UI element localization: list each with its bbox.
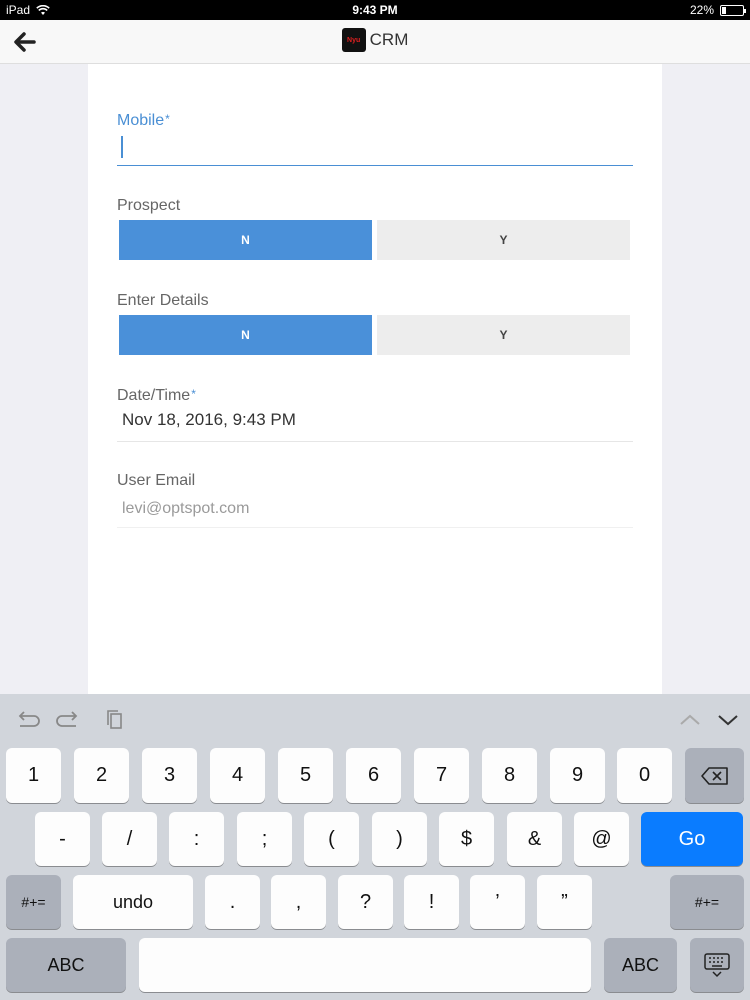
status-right: 22% (689, 3, 746, 17)
key-4[interactable]: 4 (210, 748, 265, 803)
key-9[interactable]: 9 (550, 748, 605, 803)
key-0[interactable]: 0 (617, 748, 672, 803)
key-dollar[interactable]: $ (439, 812, 494, 866)
prospect-label: Prospect (117, 197, 181, 214)
key-1[interactable]: 1 (6, 748, 61, 803)
key-question[interactable]: ? (338, 875, 393, 929)
enter-details-toggle: N Y (119, 315, 630, 355)
paste-icon[interactable] (102, 708, 130, 732)
space-key[interactable] (139, 938, 591, 992)
redo-icon[interactable] (56, 708, 84, 732)
key-8[interactable]: 8 (482, 748, 537, 803)
abc-key-left[interactable]: ABC (6, 938, 126, 992)
status-time: 9:43 PM (352, 3, 398, 17)
key-quote[interactable]: ” (537, 875, 592, 929)
enter-details-option-y[interactable]: Y (377, 315, 630, 355)
abc-key-right[interactable]: ABC (604, 938, 677, 992)
chevron-up-icon[interactable] (676, 708, 704, 732)
keyboard-dismiss-icon (704, 953, 730, 978)
key-apostrophe[interactable]: ’ (470, 875, 525, 929)
user-email-field: levi@optspot.com (122, 500, 250, 517)
backspace-icon (700, 766, 728, 785)
mobile-input[interactable] (117, 132, 633, 164)
battery-icon (720, 4, 746, 16)
mobile-label: Mobile* (117, 112, 170, 129)
key-slash[interactable]: / (102, 812, 157, 866)
user-email-label: User Email (117, 472, 196, 489)
undo-key[interactable]: undo (73, 875, 193, 929)
datetime-field[interactable]: Nov 18, 2016, 9:43 PM (122, 410, 296, 430)
required-mark: * (191, 387, 196, 401)
key-7[interactable]: 7 (414, 748, 469, 803)
key-ampersand[interactable]: & (507, 812, 562, 866)
status-bar: iPad 9:43 PM 22% (0, 0, 750, 20)
app-logo: Nyu (341, 28, 366, 52)
key-semicolon[interactable]: ; (237, 812, 292, 866)
text-cursor (121, 136, 123, 158)
prospect-option-n[interactable]: N (119, 220, 372, 260)
battery-percent: 22% (689, 3, 714, 17)
enter-details-option-n[interactable]: N (119, 315, 372, 355)
prospect-toggle: N Y (119, 220, 630, 260)
key-colon[interactable]: : (169, 812, 224, 866)
more-symbols-key-left[interactable]: #+= (6, 875, 61, 929)
go-key[interactable]: Go (641, 812, 743, 866)
key-3[interactable]: 3 (142, 748, 197, 803)
nav-title: Nyu CRM (0, 28, 750, 52)
user-email-underline (117, 527, 633, 528)
key-exclamation[interactable]: ! (404, 875, 459, 929)
mobile-underline (117, 165, 633, 166)
key-period[interactable]: . (205, 875, 260, 929)
key-open-paren[interactable]: ( (304, 812, 359, 866)
key-5[interactable]: 5 (278, 748, 333, 803)
form-card: Mobile* Prospect N Y Enter Details N Y D… (88, 64, 662, 694)
nav-bar: Nyu CRM (0, 20, 750, 64)
enter-details-label: Enter Details (117, 292, 209, 309)
more-symbols-key-right[interactable]: #+= (670, 875, 744, 929)
prospect-option-y[interactable]: Y (377, 220, 630, 260)
key-comma[interactable]: , (271, 875, 326, 929)
dismiss-keyboard-key[interactable] (690, 938, 744, 992)
chevron-down-icon[interactable] (714, 708, 742, 732)
key-2[interactable]: 2 (74, 748, 129, 803)
backspace-key[interactable] (685, 748, 744, 803)
key-close-paren[interactable]: ) (372, 812, 427, 866)
key-at[interactable]: @ (574, 812, 629, 866)
key-6[interactable]: 6 (346, 748, 401, 803)
required-mark: * (165, 112, 170, 126)
app-title: CRM (369, 30, 409, 49)
undo-icon[interactable] (12, 708, 40, 732)
datetime-underline (117, 441, 633, 442)
key-hyphen[interactable]: - (35, 812, 90, 866)
datetime-label: Date/Time* (117, 387, 196, 404)
keyboard: 1 2 3 4 5 6 7 8 9 0 - / : ; ( ) $ & @ Go… (0, 694, 750, 1000)
